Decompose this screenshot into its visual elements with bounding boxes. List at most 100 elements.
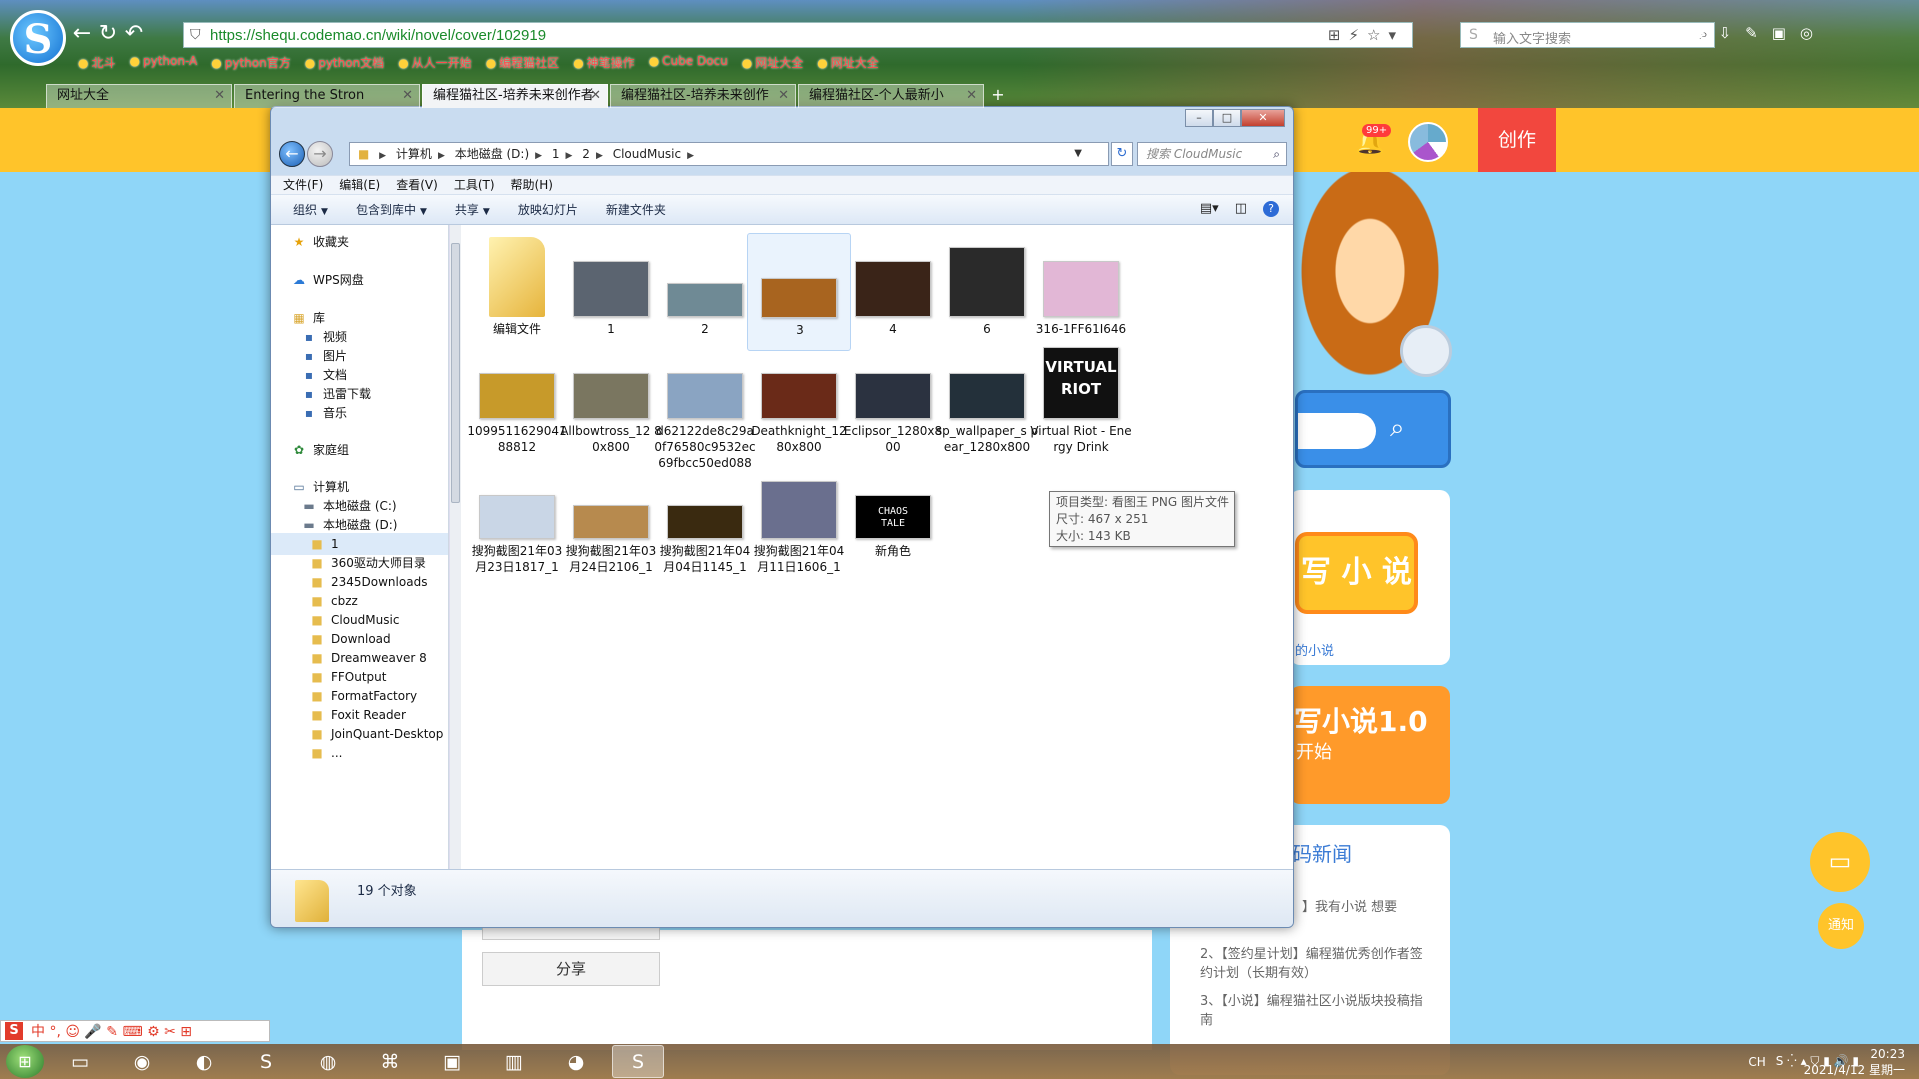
undo-icon[interactable]: ↶: [122, 22, 146, 46]
search-icon[interactable]: ⌕: [1390, 413, 1405, 444]
search-icon[interactable]: ⌕: [1273, 143, 1280, 165]
browser-search-box[interactable]: S 输入文字搜索 ⌕: [1460, 22, 1715, 48]
globe-task-icon[interactable]: ◍: [302, 1045, 354, 1078]
chat-bubble-icon[interactable]: ▭: [1810, 832, 1870, 892]
file-item[interactable]: 6: [935, 233, 1039, 351]
command-button[interactable]: 组织 ▼: [293, 195, 328, 224]
view-mode-icon[interactable]: ▤▾: [1200, 201, 1219, 217]
extension-icons[interactable]: ✿⇩✎▣◎: [1692, 24, 1827, 42]
explorer-task-icon[interactable]: ▭: [54, 1045, 106, 1078]
pycharm-task-icon[interactable]: ▣: [426, 1045, 478, 1078]
close-icon[interactable]: ✕: [1241, 109, 1285, 127]
file-item[interactable]: Deathknight_12 80x800: [747, 335, 851, 454]
menu-item[interactable]: 工具(T): [454, 176, 495, 194]
python-task-icon[interactable]: ⌘: [364, 1045, 416, 1078]
ime-toolbar[interactable]: S 中 °, ☺ 🎤 ✎ ⌨ ⚙ ✂ ⊞: [0, 1020, 270, 1042]
folder-item[interactable]: 编辑文件: [465, 233, 569, 351]
ime-tools[interactable]: 中 °, ☺ 🎤 ✎ ⌨ ⚙ ✂ ⊞: [31, 1021, 192, 1041]
file-item[interactable]: Allbowtross_12 80x800: [559, 335, 663, 454]
command-button[interactable]: 包含到库中 ▼: [356, 195, 427, 224]
command-button[interactable]: 共享 ▼: [455, 195, 490, 224]
nav-favorites[interactable]: ★ 收藏夹: [271, 231, 448, 253]
menu-item[interactable]: 文件(F): [283, 176, 323, 194]
back-icon[interactable]: ←: [279, 141, 305, 167]
browser-tab[interactable]: 编程猫社区-培养未来创作者 ✕: [422, 84, 608, 108]
netease-music-icon[interactable]: ◉: [116, 1045, 168, 1078]
my-novels-link[interactable]: 的小说: [1295, 640, 1334, 659]
file-item[interactable]: 搜狗截图21年03 月24日2106_1: [559, 455, 663, 574]
explorer-address-bar[interactable]: ■ ▶ 计算机 ▶ 本地磁盘 (D:) ▶ 1 ▶ 2 ▶ CloudMusic ▶ ▼: [349, 142, 1109, 166]
sogou-ime-icon[interactable]: S: [5, 1022, 23, 1040]
nav-scrollbar[interactable]: [449, 225, 461, 869]
browser-tab[interactable]: 网址大全 ✕: [46, 84, 232, 108]
menu-item[interactable]: 查看(V): [396, 176, 438, 194]
nav-wps-drive[interactable]: ☁ WPS网盘: [271, 269, 448, 291]
close-icon[interactable]: ✕: [214, 85, 225, 107]
command-button[interactable]: 放映幻灯片: [518, 195, 578, 224]
file-item[interactable]: d62122de8c29a 0f76580c9532ec 69fbcc50ed0…: [653, 335, 757, 470]
site-search-input[interactable]: [1298, 413, 1376, 449]
command-button[interactable]: 新建文件夹: [606, 195, 666, 224]
bookmark-item[interactable]: ● 编程猫社区: [486, 54, 560, 74]
breadcrumb-item[interactable]: 1: [552, 147, 560, 161]
sogou-task-icon[interactable]: S: [612, 1045, 664, 1078]
close-icon[interactable]: ✕: [590, 85, 601, 107]
help-icon[interactable]: ?: [1263, 201, 1279, 217]
sogou-browser-logo[interactable]: S: [10, 10, 66, 66]
close-icon[interactable]: ✕: [402, 85, 413, 107]
file-item[interactable]: 4: [841, 233, 945, 351]
file-item[interactable]: CHAOS TALE 新角色: [841, 455, 945, 573]
nav-homegroup[interactable]: ✿ 家庭组: [271, 439, 448, 461]
file-item[interactable]: 1: [559, 233, 663, 351]
close-icon[interactable]: ✕: [778, 85, 789, 107]
start-button[interactable]: ⊞: [6, 1045, 44, 1078]
menu-item[interactable]: 帮助(H): [511, 176, 553, 194]
back-arrow-icon[interactable]: ←: [70, 22, 94, 46]
bookmark-item[interactable]: ● 从人一开始: [398, 54, 472, 74]
chart-task-icon[interactable]: ▥: [488, 1045, 540, 1078]
bookmark-item[interactable]: ● 网址大全: [742, 54, 804, 74]
news-item[interactable]: 】我有小说 想要: [1302, 898, 1532, 917]
file-item[interactable]: sp_wallpaper_s pear_1280x800: [935, 335, 1039, 454]
forward-icon[interactable]: →: [307, 141, 333, 167]
sublime-task-icon[interactable]: S: [240, 1045, 292, 1078]
breadcrumb-item[interactable]: 计算机: [396, 147, 432, 161]
bookmark-item[interactable]: ● 北斗: [78, 54, 116, 74]
explorer-search-box[interactable]: 搜索 CloudMusic ⌕: [1137, 142, 1287, 166]
news-item[interactable]: 2、【签约星计划】编程猫优秀创作者签约计划（长期有效）: [1200, 945, 1430, 983]
menu-item[interactable]: 编辑(E): [339, 176, 380, 194]
file-item[interactable]: 2: [653, 233, 757, 351]
file-item[interactable]: 搜狗截图21年03 月23日1817_1: [465, 455, 569, 574]
bookmark-item[interactable]: ● python文档: [305, 54, 384, 74]
clock[interactable]: 20:23 2021/4/12 星期一: [1804, 1046, 1905, 1078]
url-text[interactable]: https://shequ.codemao.cn/wiki/novel/cove…: [210, 27, 546, 44]
new-tab-icon[interactable]: +: [986, 84, 1010, 108]
user-avatar[interactable]: [1408, 122, 1448, 162]
breadcrumb-item[interactable]: CloudMusic: [613, 147, 681, 161]
address-tools[interactable]: ⊞⚡☆▾: [1328, 26, 1404, 44]
panda-task-icon[interactable]: ◕: [550, 1045, 602, 1078]
site-search-box[interactable]: ⌕: [1295, 390, 1451, 468]
file-item[interactable]: 搜狗截图21年04 月11日1606_1: [747, 455, 851, 574]
bookmark-item[interactable]: ● Cube Docu: [649, 54, 728, 74]
file-item[interactable]: 搜狗截图21年04 月04日1145_1: [653, 455, 757, 574]
maximize-icon[interactable]: □: [1213, 109, 1241, 127]
bookmark-item[interactable]: ● 网址大全: [817, 54, 879, 74]
scroll-thumb[interactable]: [451, 243, 460, 503]
breadcrumb-item[interactable]: 2: [582, 147, 590, 161]
address-bar[interactable]: ⛉ https://shequ.codemao.cn/wiki/novel/co…: [183, 22, 1413, 48]
bookmark-item[interactable]: ● python-A: [130, 54, 198, 74]
preview-pane-icon[interactable]: ◫: [1235, 201, 1247, 217]
notice-button[interactable]: 通知: [1818, 903, 1864, 949]
tray-language[interactable]: CH: [1748, 1055, 1765, 1069]
novel-banner[interactable]: 写小说1.0 开始: [1290, 686, 1450, 804]
browser-task-icon[interactable]: ◐: [178, 1045, 230, 1078]
browser-tab[interactable]: Entering the Stron ✕: [234, 84, 420, 108]
news-item[interactable]: 3、【小说】编程猫社区小说版块投稿指南: [1200, 992, 1430, 1030]
refresh-icon[interactable]: ↻: [1111, 142, 1133, 166]
breadcrumb-item[interactable]: 本地磁盘 (D:): [455, 147, 529, 161]
nav-folder-item[interactable]: ■...: [271, 742, 448, 764]
nav-library-item[interactable]: ▪ 音乐: [271, 402, 448, 424]
file-item[interactable]: 316-1FF61I646: [1029, 233, 1133, 351]
bookmark-item[interactable]: ● 神笔操作: [573, 54, 635, 74]
